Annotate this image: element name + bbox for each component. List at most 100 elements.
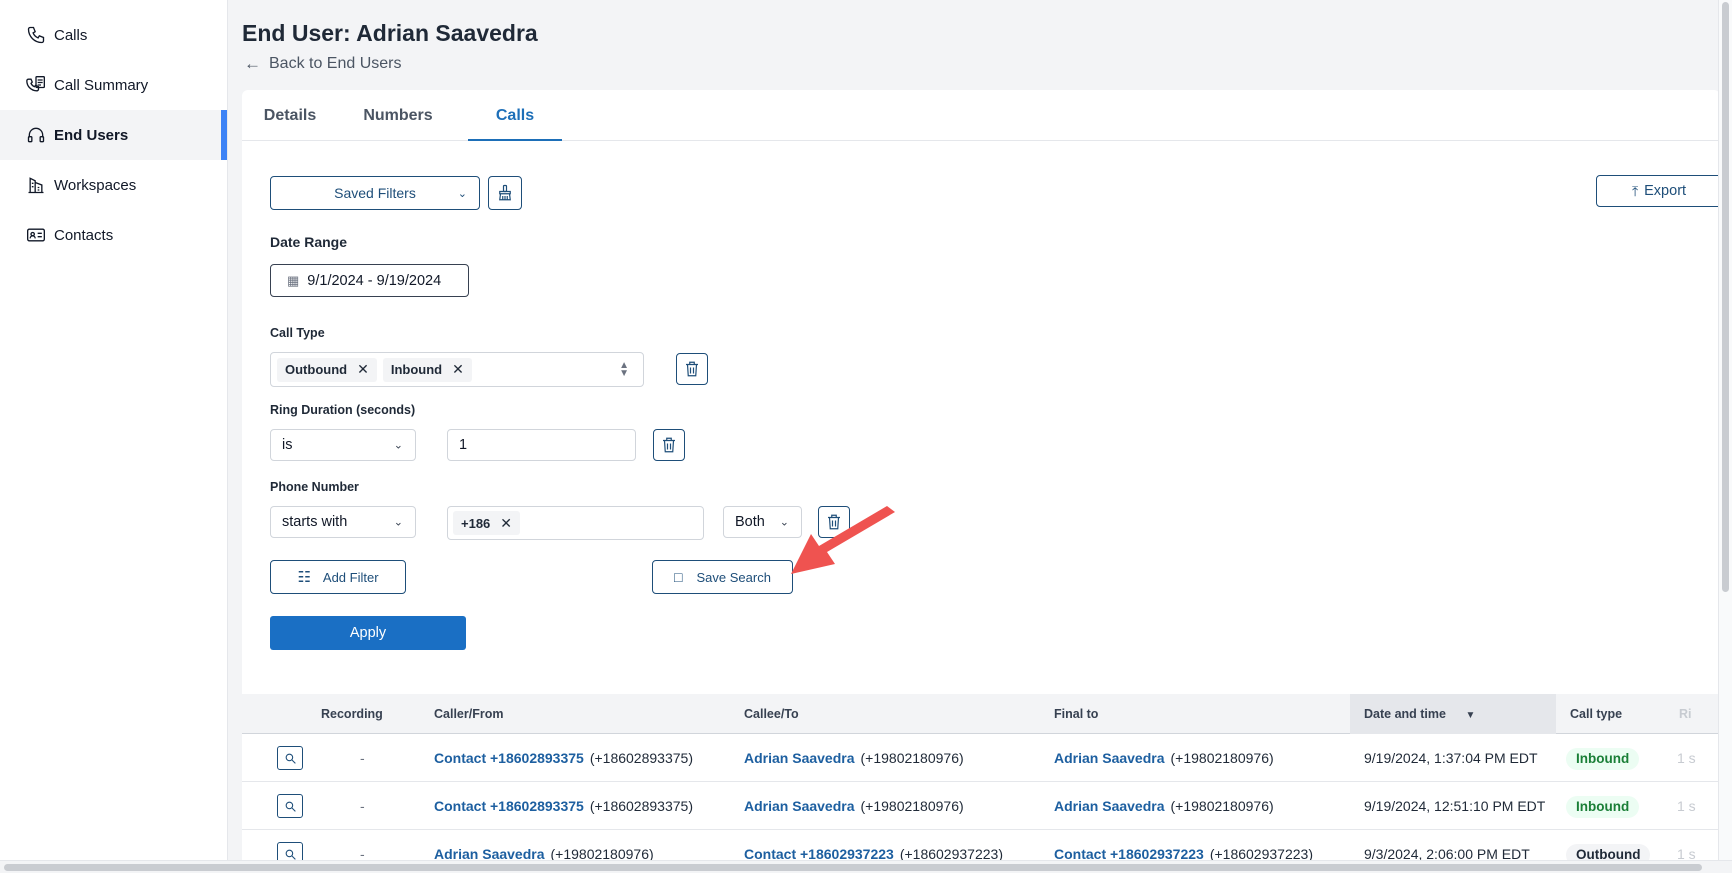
sidebar-item-label: End Users bbox=[54, 126, 129, 144]
callee-number: (+19802180976) bbox=[860, 798, 964, 814]
column-header-recording[interactable]: Recording bbox=[321, 694, 383, 734]
calls-card: Details Numbers Calls Saved Filters ⌄ ⤒ … bbox=[242, 90, 1720, 873]
delete-ring-duration-filter-button[interactable] bbox=[653, 429, 685, 461]
callee-cell: Adrian Saavedra (+19802180976) bbox=[744, 782, 964, 830]
callee-link[interactable]: Adrian Saavedra bbox=[744, 750, 855, 766]
chevron-down-icon: ⌄ bbox=[457, 187, 467, 200]
vertical-scrollbar[interactable] bbox=[1718, 0, 1732, 860]
call-type-cell: Inbound bbox=[1566, 734, 1640, 782]
callee-cell: Adrian Saavedra (+19802180976) bbox=[744, 734, 964, 782]
date-time-cell: 9/19/2024, 12:51:10 PM EDT bbox=[1364, 798, 1546, 814]
add-filter-label: Add Filter bbox=[322, 569, 379, 585]
sidebar-item-contacts[interactable]: Contacts bbox=[0, 210, 227, 260]
tab-details[interactable]: Details bbox=[262, 90, 318, 141]
column-header-caller[interactable]: Caller/From bbox=[434, 694, 503, 734]
caller-number: (+18602893375) bbox=[589, 750, 693, 766]
date-range-input[interactable]: ▦ 9/1/2024 - 9/19/2024 bbox=[270, 264, 469, 297]
sidebar-item-label: Contacts bbox=[54, 226, 114, 244]
clear-filters-button[interactable] bbox=[488, 176, 522, 210]
ring-duration-operator-select[interactable]: is ⌄ bbox=[270, 429, 416, 461]
building-icon bbox=[26, 175, 46, 195]
recording-cell: - bbox=[360, 798, 365, 814]
recording-cell: - bbox=[360, 750, 365, 766]
export-button[interactable]: ⤒ Export bbox=[1596, 175, 1720, 207]
column-header-date-time[interactable]: Date and time ▼ bbox=[1350, 694, 1556, 734]
broom-icon bbox=[499, 184, 511, 201]
status-badge: Inbound bbox=[1566, 796, 1640, 819]
horizontal-scrollbar[interactable] bbox=[0, 860, 1732, 873]
caller-cell: Contact +18602893375 (+18602893375) bbox=[434, 734, 693, 782]
remove-chip-icon[interactable]: ✕ bbox=[452, 361, 464, 378]
call-type-multiselect[interactable]: Outbound ✕ Inbound ✕ ▲ ▼ bbox=[270, 352, 644, 387]
callee-link[interactable]: Adrian Saavedra bbox=[744, 798, 855, 814]
add-filter-button[interactable]: ☷ Add Filter bbox=[270, 560, 406, 594]
save-search-button[interactable]: □ Save Search bbox=[652, 560, 793, 594]
tab-numbers[interactable]: Numbers bbox=[352, 90, 444, 141]
column-header-label: Date and time bbox=[1364, 707, 1446, 721]
remove-chip-icon[interactable]: ✕ bbox=[500, 515, 512, 532]
operator-value: is bbox=[282, 437, 293, 453]
trash-icon bbox=[828, 514, 840, 530]
saved-filters-label: Saved Filters bbox=[334, 185, 416, 201]
table-row: - Contact +18602893375 (+18602893375) Adr… bbox=[242, 782, 1720, 830]
column-header-ring[interactable]: Ri bbox=[1679, 694, 1692, 734]
back-link[interactable]: ← Back to End Users bbox=[244, 54, 402, 74]
sidebar-item-end-users[interactable]: End Users bbox=[0, 110, 227, 160]
date-range-label: Date Range bbox=[270, 234, 348, 250]
sidebar-item-label: Call Summary bbox=[54, 76, 149, 94]
saved-filters-dropdown[interactable]: Saved Filters ⌄ bbox=[270, 176, 480, 210]
ring-duration-value: 1 bbox=[459, 437, 468, 453]
chevron-down-icon: ⌄ bbox=[393, 439, 403, 452]
phone-number-chip: +186 ✕ bbox=[453, 511, 521, 535]
upload-icon: ⤒ bbox=[1631, 182, 1639, 199]
call-type-label: Call Type bbox=[270, 326, 325, 340]
column-header-final-to[interactable]: Final to bbox=[1054, 694, 1098, 734]
status-badge: Inbound bbox=[1566, 748, 1640, 771]
scrollbar-thumb[interactable] bbox=[1722, 2, 1729, 592]
operator-value: starts with bbox=[282, 514, 348, 530]
call-type-chip: Inbound ✕ bbox=[382, 357, 472, 382]
sliders-icon: ☷ bbox=[297, 569, 311, 586]
sidebar: Calls Call Summary End Users Workspaces … bbox=[0, 0, 228, 873]
final-to-number: (+19802180976) bbox=[1170, 798, 1274, 814]
phone-number-operator-select[interactable]: starts with ⌄ bbox=[270, 506, 416, 538]
sidebar-item-call-summary[interactable]: Call Summary bbox=[0, 60, 227, 110]
view-call-button[interactable] bbox=[277, 794, 303, 818]
final-to-link[interactable]: Adrian Saavedra bbox=[1054, 798, 1165, 814]
date-time-cell: 9/19/2024, 1:37:04 PM EDT bbox=[1364, 750, 1538, 766]
contact-card-icon bbox=[26, 225, 46, 245]
callee-number: (+19802180976) bbox=[860, 750, 964, 766]
apply-button[interactable]: Apply bbox=[270, 616, 466, 650]
main-content: End User: Adrian Saavedra ← Back to End … bbox=[228, 0, 1732, 873]
direction-value: Both bbox=[735, 514, 765, 530]
delete-phone-number-filter-button[interactable] bbox=[818, 506, 850, 538]
ring-cell: 1 s bbox=[1677, 750, 1696, 766]
magnifier-icon bbox=[285, 849, 296, 860]
sidebar-item-workspaces[interactable]: Workspaces bbox=[0, 160, 227, 210]
scrollbar-thumb[interactable] bbox=[4, 864, 1702, 871]
save-search-label: Save Search bbox=[696, 569, 771, 585]
tab-bar: Details Numbers Calls bbox=[242, 90, 1720, 141]
column-header-callee[interactable]: Callee/To bbox=[744, 694, 799, 734]
trash-icon bbox=[663, 437, 675, 453]
sidebar-item-calls[interactable]: Calls bbox=[0, 10, 227, 60]
final-to-link[interactable]: Adrian Saavedra bbox=[1054, 750, 1165, 766]
caller-link[interactable]: Contact +18602893375 bbox=[434, 750, 584, 766]
chip-label: Outbound bbox=[285, 362, 348, 377]
phone-direction-select[interactable]: Both ⌄ bbox=[723, 506, 802, 538]
ring-duration-value-input[interactable]: 1 bbox=[447, 429, 636, 461]
magnifier-icon bbox=[285, 801, 296, 812]
remove-chip-icon[interactable]: ✕ bbox=[357, 361, 369, 378]
phone-number-input[interactable]: +186 ✕ bbox=[447, 506, 704, 540]
headset-icon bbox=[26, 125, 46, 145]
delete-call-type-filter-button[interactable] bbox=[676, 353, 708, 385]
caller-cell: Contact +18602893375 (+18602893375) bbox=[434, 782, 693, 830]
magnifier-icon bbox=[285, 753, 296, 764]
date-range-value: 9/1/2024 - 9/19/2024 bbox=[307, 272, 442, 289]
column-header-call-type[interactable]: Call type bbox=[1570, 694, 1622, 734]
caller-link[interactable]: Contact +18602893375 bbox=[434, 798, 584, 814]
final-to-number: (+19802180976) bbox=[1170, 750, 1274, 766]
phone-icon bbox=[26, 25, 46, 45]
tab-calls[interactable]: Calls bbox=[468, 90, 562, 141]
view-call-button[interactable] bbox=[277, 746, 303, 770]
